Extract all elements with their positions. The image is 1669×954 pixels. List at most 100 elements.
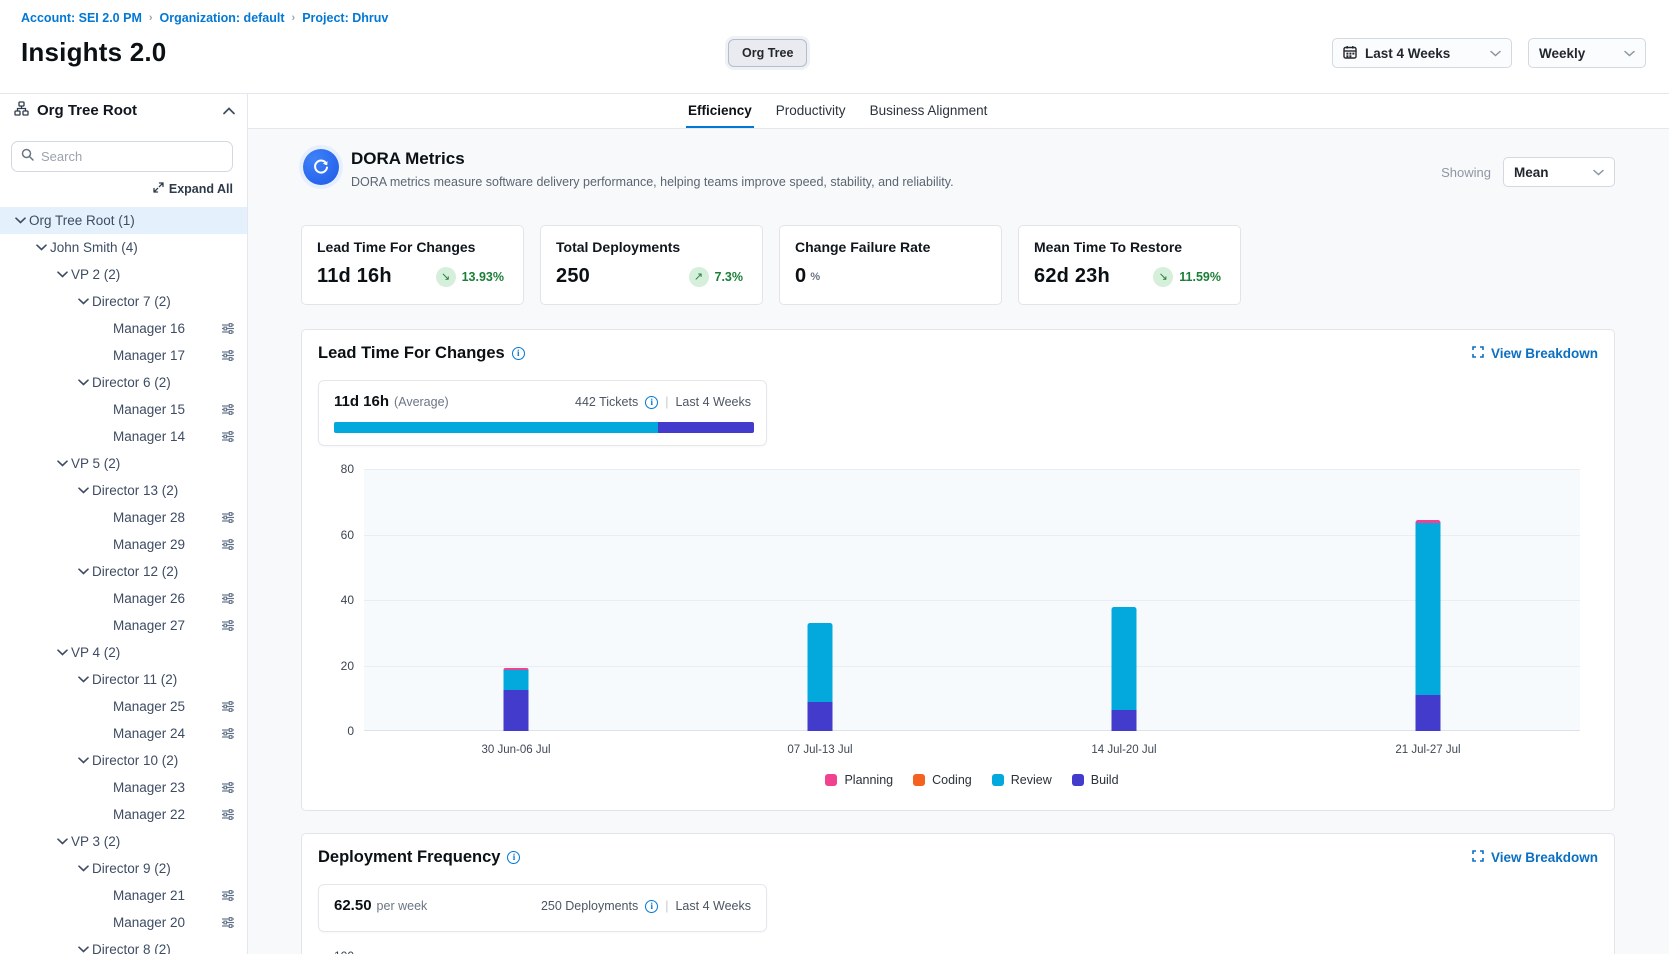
filters-icon[interactable] — [221, 700, 235, 713]
metric-card: Total Deployments250↗7.3% — [540, 225, 763, 305]
deployment-rate-value: 62.50 — [334, 897, 372, 914]
tab-business-alignment[interactable]: Business Alignment — [868, 94, 990, 128]
tree-item[interactable]: Manager 28 — [0, 504, 247, 531]
filters-icon[interactable] — [221, 916, 235, 929]
search-icon — [21, 148, 34, 166]
legend-item-coding[interactable]: Coding — [913, 773, 972, 787]
bar-segment-build — [1416, 695, 1441, 731]
tree-item[interactable]: Director 9 (2) — [0, 855, 247, 882]
tree-item[interactable]: Director 6 (2) — [0, 369, 247, 396]
chevron-right-icon: › — [149, 12, 153, 24]
tree-item[interactable]: Manager 16 — [0, 315, 247, 342]
tree-item[interactable]: VP 5 (2) — [0, 450, 247, 477]
tree-item[interactable]: Manager 25 — [0, 693, 247, 720]
tree-item[interactable]: Manager 22 — [0, 801, 247, 828]
breadcrumb-account-link[interactable]: Account: SEI 2.0 PM — [21, 11, 142, 25]
tree-search-field — [11, 141, 233, 172]
info-icon[interactable]: i — [645, 396, 658, 409]
org-tree-icon — [14, 101, 29, 121]
collapse-panel-button[interactable] — [223, 102, 235, 120]
search-input[interactable] — [41, 149, 223, 164]
tree-item[interactable]: John Smith (4) — [0, 234, 247, 261]
tree-item[interactable]: Director 8 (2) — [0, 936, 247, 954]
trend-down-icon: ↘ — [1153, 267, 1173, 287]
filters-icon[interactable] — [221, 727, 235, 740]
tree-item-label: Director 11 (2) — [92, 672, 177, 687]
granularity-value: Weekly — [1539, 46, 1616, 61]
expand-icon — [1472, 850, 1484, 865]
divider: | — [665, 899, 668, 913]
x-axis-label: 14 Jul-20 Jul — [972, 744, 1276, 756]
tree-item[interactable]: Org Tree Root (1) — [0, 207, 247, 234]
filters-icon[interactable] — [221, 511, 235, 524]
org-tree-button[interactable]: Org Tree — [728, 39, 807, 67]
tree-item[interactable]: Manager 17 — [0, 342, 247, 369]
aggregation-value: Mean — [1514, 165, 1585, 180]
breadcrumb-organization-link[interactable]: Organization: default — [160, 11, 285, 25]
tab-efficiency[interactable]: Efficiency — [686, 94, 754, 128]
legend-label: Coding — [932, 773, 972, 787]
tree-item[interactable]: Manager 29 — [0, 531, 247, 558]
stacked-bar — [1112, 607, 1137, 731]
lead-time-view-breakdown-link[interactable]: View Breakdown — [1472, 346, 1598, 361]
tree-item-label: Org Tree Root (1) — [29, 213, 135, 228]
tree-item-label: Director 8 (2) — [92, 942, 171, 954]
granularity-select[interactable]: Weekly — [1528, 38, 1646, 68]
y-axis-tick: 100 — [334, 949, 354, 954]
legend-item-build[interactable]: Build — [1072, 773, 1119, 787]
tree-item[interactable]: Manager 20 — [0, 909, 247, 936]
filters-icon[interactable] — [221, 538, 235, 551]
tree-item[interactable]: Director 10 (2) — [0, 747, 247, 774]
dora-subtitle: DORA metrics measure software delivery p… — [351, 175, 954, 189]
tree-item[interactable]: Manager 21 — [0, 882, 247, 909]
info-icon[interactable]: i — [512, 347, 525, 360]
filters-icon[interactable] — [221, 619, 235, 632]
tree-item[interactable]: Director 11 (2) — [0, 666, 247, 693]
tree-item-label: John Smith (4) — [50, 240, 138, 255]
tree-item[interactable]: Manager 27 — [0, 612, 247, 639]
expand-all-button[interactable]: Expand All — [153, 182, 233, 196]
bar-segment-review — [808, 623, 833, 702]
legend-item-review[interactable]: Review — [992, 773, 1052, 787]
info-icon[interactable]: i — [507, 851, 520, 864]
filters-icon[interactable] — [221, 781, 235, 794]
filters-icon[interactable] — [221, 349, 235, 362]
tree-item[interactable]: Manager 14 — [0, 423, 247, 450]
tree-item[interactable]: Director 7 (2) — [0, 288, 247, 315]
filters-icon[interactable] — [221, 322, 235, 335]
legend-item-planning[interactable]: Planning — [825, 773, 893, 787]
filters-icon[interactable] — [221, 403, 235, 416]
tree-item[interactable]: VP 2 (2) — [0, 261, 247, 288]
tree-item[interactable]: Manager 26 — [0, 585, 247, 612]
tab-productivity[interactable]: Productivity — [774, 94, 848, 128]
aggregation-select[interactable]: Mean — [1503, 157, 1615, 187]
breadcrumb-project-link[interactable]: Project: Dhruv — [302, 11, 388, 25]
filters-icon[interactable] — [221, 430, 235, 443]
date-range-select[interactable]: Last 4 Weeks — [1332, 38, 1512, 68]
tree-item-label: Manager 22 — [113, 807, 185, 822]
tree-item[interactable]: Director 13 (2) — [0, 477, 247, 504]
dora-metric-cards: Lead Time For Changes11d 16h↘13.93%Total… — [301, 225, 1615, 305]
expand-icon — [1472, 346, 1484, 361]
tree-item-label: Director 7 (2) — [92, 294, 171, 309]
metric-card-unit: % — [810, 271, 820, 283]
filters-icon[interactable] — [221, 592, 235, 605]
tree-item[interactable]: VP 3 (2) — [0, 828, 247, 855]
tree-item[interactable]: Manager 24 — [0, 720, 247, 747]
tree-item-label: Manager 15 — [113, 402, 185, 417]
deployment-view-breakdown-link[interactable]: View Breakdown — [1472, 850, 1598, 865]
tree-item-label: Director 12 (2) — [92, 564, 178, 579]
bar-segment-build — [1112, 710, 1137, 731]
filters-icon[interactable] — [221, 808, 235, 821]
dora-metrics-header: DORA Metrics DORA metrics measure softwa… — [301, 149, 1615, 209]
tree-item[interactable]: VP 4 (2) — [0, 639, 247, 666]
y-axis-tick: 60 — [341, 528, 354, 542]
tree-item[interactable]: Manager 23 — [0, 774, 247, 801]
tree-item[interactable]: Manager 15 — [0, 396, 247, 423]
filters-icon[interactable] — [221, 889, 235, 902]
page-header: Account: SEI 2.0 PM › Organization: defa… — [0, 0, 1669, 94]
tree-item[interactable]: Director 12 (2) — [0, 558, 247, 585]
info-icon[interactable]: i — [645, 900, 658, 913]
trend-percentage: 7.3% — [715, 270, 744, 284]
trend-down-icon: ↘ — [436, 267, 456, 287]
